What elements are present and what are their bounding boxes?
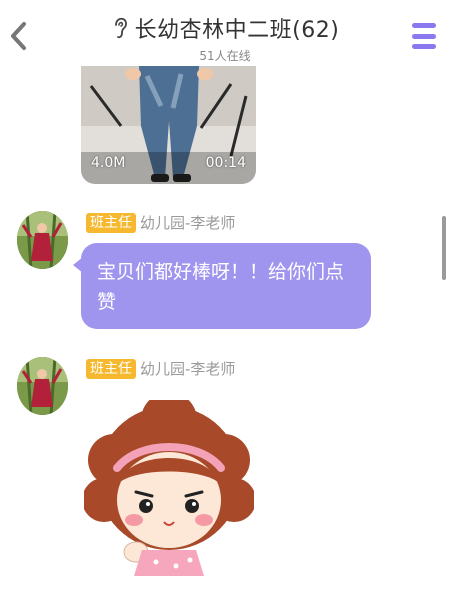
page-title: 长幼杏林中二班(62): [134, 18, 340, 43]
role-badge: 班主任: [86, 212, 136, 233]
menu-bar: [412, 44, 436, 49]
sender-name: 幼儿园-李老师: [140, 214, 236, 232]
video-size: 4.0M: [91, 155, 126, 171]
avatar[interactable]: [17, 211, 68, 269]
menu-bar: [412, 23, 436, 28]
video-duration: 00:14: [205, 155, 246, 171]
message-text: 宝贝们都好棒呀！！给你们点赞: [97, 261, 345, 313]
sender-row: 班主任 幼儿园-李老师: [86, 212, 235, 233]
scrollbar-thumb[interactable]: [442, 216, 446, 280]
chat-list[interactable]: 4.0M 00:14 班主任 幼儿园-李老师 宝贝们都好棒呀！！给你们点赞 班主…: [0, 66, 450, 600]
online-count: 51人在线: [199, 49, 251, 63]
avatar-photo: [17, 357, 68, 415]
sender-name: 幼儿园-李老师: [140, 360, 236, 378]
message-bubble[interactable]: 宝贝们都好棒呀！！给你们点赞: [73, 243, 371, 329]
video-message[interactable]: 4.0M 00:14: [81, 66, 256, 184]
title-area: 长幼杏林中二班(62) 51人在线: [0, 12, 450, 64]
ear-icon[interactable]: [111, 16, 129, 40]
avatar[interactable]: [17, 357, 68, 415]
cartoon-girl-sticker[interactable]: [84, 400, 254, 576]
sender-row: 班主任 幼儿园-李老师: [86, 358, 235, 379]
role-badge: 班主任: [86, 358, 136, 379]
menu-bar: [412, 33, 436, 39]
chat-header: 长幼杏林中二班(62) 51人在线: [0, 0, 450, 66]
menu-button[interactable]: [412, 23, 436, 49]
avatar-photo: [17, 211, 68, 269]
